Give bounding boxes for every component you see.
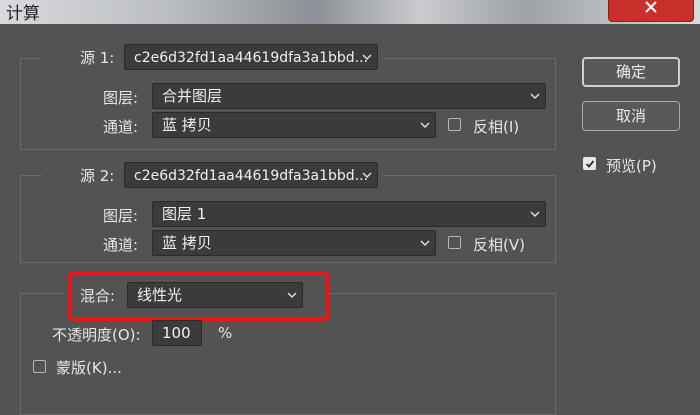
opacity-label: 不透明度(O): — [52, 326, 141, 344]
source2-layer-select[interactable]: 图层 1 — [152, 201, 546, 227]
opacity-unit: % — [218, 324, 233, 342]
chevron-down-icon — [362, 172, 372, 179]
dialog-title: 计算 — [6, 4, 40, 24]
preview-checkbox[interactable] — [583, 157, 596, 170]
source1-channel-select[interactable]: 蓝 拷贝 — [152, 112, 436, 138]
close-icon — [645, 1, 657, 13]
blend-highlight-box — [68, 271, 330, 321]
source2-layer-label: 图层: — [103, 207, 139, 225]
source1-invert-label[interactable]: 反相(I) — [473, 116, 519, 137]
source1-file-select[interactable]: c2e6d32fd1aa44619dfa3a1bbd... — [124, 44, 378, 70]
mask-checkbox[interactable] — [33, 360, 46, 373]
ok-button[interactable]: 确定 — [582, 57, 680, 87]
source2-label: 源 2: — [80, 167, 115, 185]
source2-invert-checkbox[interactable] — [448, 236, 461, 249]
cancel-button[interactable]: 取消 — [582, 101, 680, 131]
checkmark-icon — [585, 160, 595, 168]
preview-label[interactable]: 预览(P) — [606, 155, 657, 176]
source2-file-select[interactable]: c2e6d32fd1aa44619dfa3a1bbd... — [124, 162, 378, 188]
source1-label: 源 1: — [80, 49, 115, 67]
title-bar: 计算 — [0, 0, 700, 24]
mask-label[interactable]: 蒙版(K)... — [56, 357, 122, 378]
chevron-down-icon — [420, 240, 430, 247]
chevron-down-icon — [530, 93, 540, 100]
chevron-down-icon — [362, 54, 372, 61]
source2-invert-label[interactable]: 反相(V) — [473, 234, 525, 255]
source1-invert-checkbox[interactable] — [448, 118, 461, 131]
source1-channel-label: 通道: — [103, 118, 139, 136]
source1-layer-label: 图层: — [103, 89, 139, 107]
close-button[interactable] — [608, 0, 694, 22]
opacity-input[interactable]: 100 — [152, 320, 202, 346]
source2-channel-label: 通道: — [103, 236, 139, 254]
chevron-down-icon — [420, 122, 430, 129]
source2-channel-select[interactable]: 蓝 拷贝 — [152, 230, 436, 256]
source1-layer-select[interactable]: 合并图层 — [152, 83, 546, 109]
chevron-down-icon — [530, 211, 540, 218]
